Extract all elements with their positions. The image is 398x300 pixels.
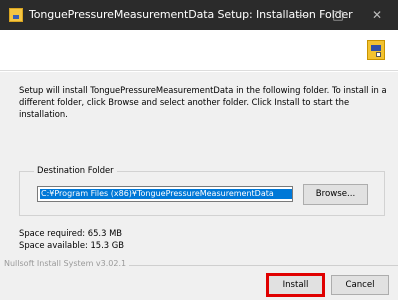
install-button[interactable]: Install (268, 275, 323, 295)
header-panel (0, 30, 398, 71)
space-available: Space available: 15.3 GB (19, 240, 125, 250)
nsis-branding: Nullsoft Install System v3.02.1 (4, 259, 130, 268)
cancel-button-label: Cancel (345, 280, 375, 290)
destination-path-value: C:¥Program Files (x86)¥TonguePressureMea… (40, 189, 292, 199)
destination-group-label: Destination Folder (34, 165, 117, 175)
browse-button[interactable]: Browse... (303, 184, 368, 205)
browse-button-label: Browse... (315, 189, 356, 199)
close-button[interactable]: ✕ (359, 0, 395, 30)
installer-package-icon (367, 40, 385, 60)
minimize-button[interactable]: — (284, 0, 320, 30)
space-required: Space required: 65.3 MB (19, 228, 123, 238)
title-bar[interactable]: TonguePressureMeasurementData Setup: Ins… (0, 0, 398, 30)
cancel-button[interactable]: Cancel (331, 275, 389, 295)
install-button-label: Install (282, 280, 309, 290)
maximize-button[interactable]: □ (320, 0, 356, 30)
header-divider (0, 71, 398, 72)
app-icon (9, 8, 23, 22)
destination-path-input[interactable]: C:¥Program Files (x86)¥TonguePressureMea… (37, 186, 293, 202)
intro-text: Setup will install TonguePressureMeasure… (19, 85, 387, 119)
